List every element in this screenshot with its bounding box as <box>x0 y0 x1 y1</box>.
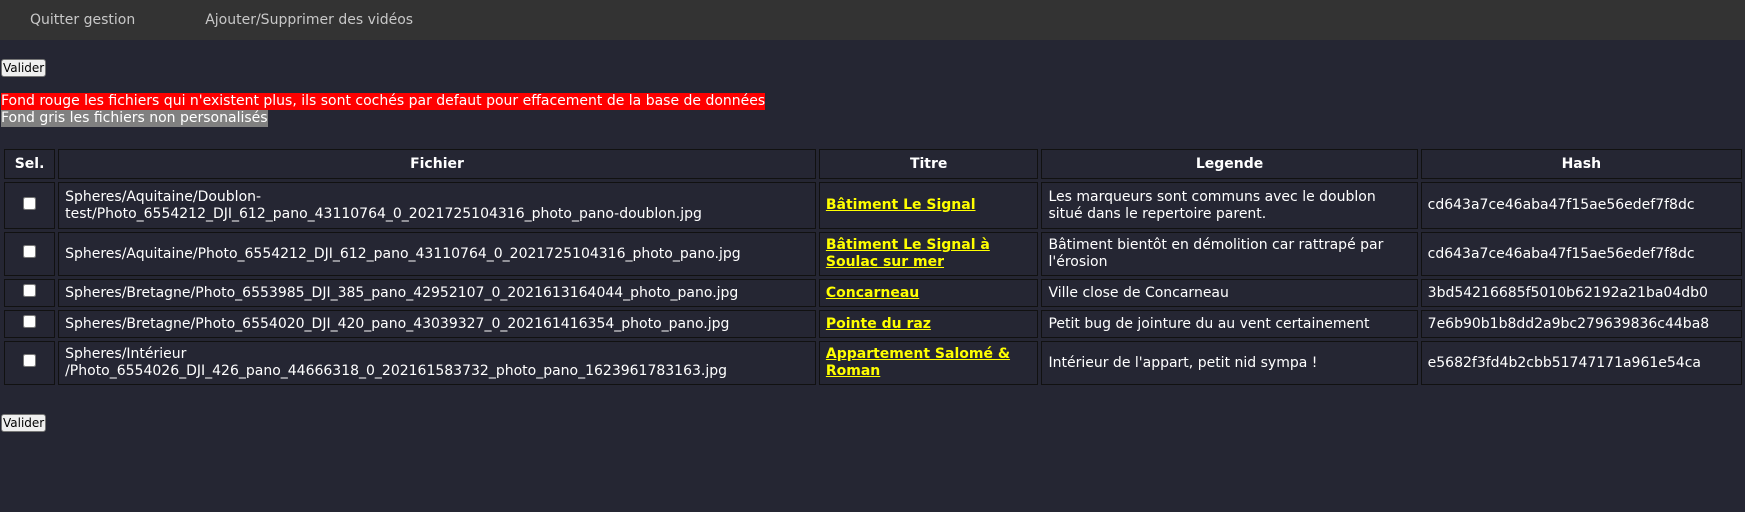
hash-cell: cd643a7ce46aba47f15ae56edef7f8dc <box>1420 232 1742 276</box>
title-link[interactable]: Bâtiment Le Signal à Soulac sur mer <box>826 237 990 270</box>
title-cell: Appartement Salomé & Roman <box>818 341 1039 385</box>
file-cell: Spheres/Bretagne/Photo_6553985_DJI_385_p… <box>58 279 816 307</box>
table-row: Spheres/Bretagne/Photo_6553985_DJI_385_p… <box>4 279 1742 307</box>
header-hash: Hash <box>1420 149 1742 179</box>
file-cell: Spheres/Intérieur /Photo_6554026_DJI_426… <box>58 341 816 385</box>
row-checkbox[interactable] <box>23 284 37 297</box>
table-row: Spheres/Aquitaine/Doublon-test/Photo_655… <box>4 182 1742 229</box>
file-cell: Spheres/Bretagne/Photo_6554020_DJI_420_p… <box>58 310 816 338</box>
row-checkbox[interactable] <box>23 315 37 328</box>
select-cell <box>4 182 56 229</box>
top-nav-bar: Quitter gestion Ajouter/Supprimer des vi… <box>0 0 1745 40</box>
title-link[interactable]: Concarneau <box>826 285 919 301</box>
note-red-background: Fond rouge les fichiers qui n'existent p… <box>1 93 766 110</box>
title-cell: Bâtiment Le Signal <box>818 182 1039 229</box>
table-row: Spheres/Aquitaine/Photo_6554212_DJI_612_… <box>4 232 1742 276</box>
table-row: Spheres/Intérieur /Photo_6554026_DJI_426… <box>4 341 1742 385</box>
row-checkbox[interactable] <box>23 354 37 367</box>
header-sel: Sel. <box>4 149 56 179</box>
legend-cell: Intérieur de l'appart, petit nid sympa ! <box>1041 341 1418 385</box>
file-cell: Spheres/Aquitaine/Doublon-test/Photo_655… <box>58 182 816 229</box>
select-cell <box>4 341 56 385</box>
validate-button-top[interactable]: Valider <box>1 59 47 77</box>
table-row: Spheres/Bretagne/Photo_6554020_DJI_420_p… <box>4 310 1742 338</box>
file-cell: Spheres/Aquitaine/Photo_6554212_DJI_612_… <box>58 232 816 276</box>
legend-cell: Petit bug de jointure du au vent certain… <box>1041 310 1418 338</box>
title-link[interactable]: Appartement Salomé & Roman <box>826 346 1010 379</box>
hash-cell: 3bd54216685f5010b62192a21ba04db0 <box>1420 279 1742 307</box>
select-cell <box>4 232 56 276</box>
nav-quit-management[interactable]: Quitter gestion <box>30 12 135 28</box>
hash-cell: e5682f3fd4b2cbb51747171a961e54ca <box>1420 341 1742 385</box>
table-header-row: Sel. Fichier Titre Legende Hash <box>4 149 1742 179</box>
title-link[interactable]: Bâtiment Le Signal <box>826 197 976 213</box>
hash-cell: 7e6b90b1b8dd2a9bc279639836c44ba8 <box>1420 310 1742 338</box>
note-grey-background: Fond gris les fichiers non personalisés <box>1 110 268 127</box>
select-cell <box>4 310 56 338</box>
legend-cell: Ville close de Concarneau <box>1041 279 1418 307</box>
legend-cell: Bâtiment bientôt en démolition car rattr… <box>1041 232 1418 276</box>
row-checkbox[interactable] <box>23 245 37 258</box>
nav-add-remove-videos[interactable]: Ajouter/Supprimer des vidéos <box>205 12 413 28</box>
row-checkbox[interactable] <box>23 196 37 210</box>
select-cell <box>4 279 56 307</box>
header-title: Titre <box>818 149 1039 179</box>
title-cell: Pointe du raz <box>818 310 1039 338</box>
header-file: Fichier <box>58 149 816 179</box>
title-cell: Concarneau <box>818 279 1039 307</box>
title-cell: Bâtiment Le Signal à Soulac sur mer <box>818 232 1039 276</box>
header-legend: Legende <box>1041 149 1418 179</box>
title-link[interactable]: Pointe du raz <box>826 316 931 332</box>
validate-button-bottom[interactable]: Valider <box>1 414 47 432</box>
legend-notes: Fond rouge les fichiers qui n'existent p… <box>1 93 766 127</box>
files-table: Sel. Fichier Titre Legende Hash Spheres/… <box>1 146 1745 388</box>
hash-cell: cd643a7ce46aba47f15ae56edef7f8dc <box>1420 182 1742 229</box>
legend-cell: Les marqueurs sont communs avec le doubl… <box>1041 182 1418 229</box>
